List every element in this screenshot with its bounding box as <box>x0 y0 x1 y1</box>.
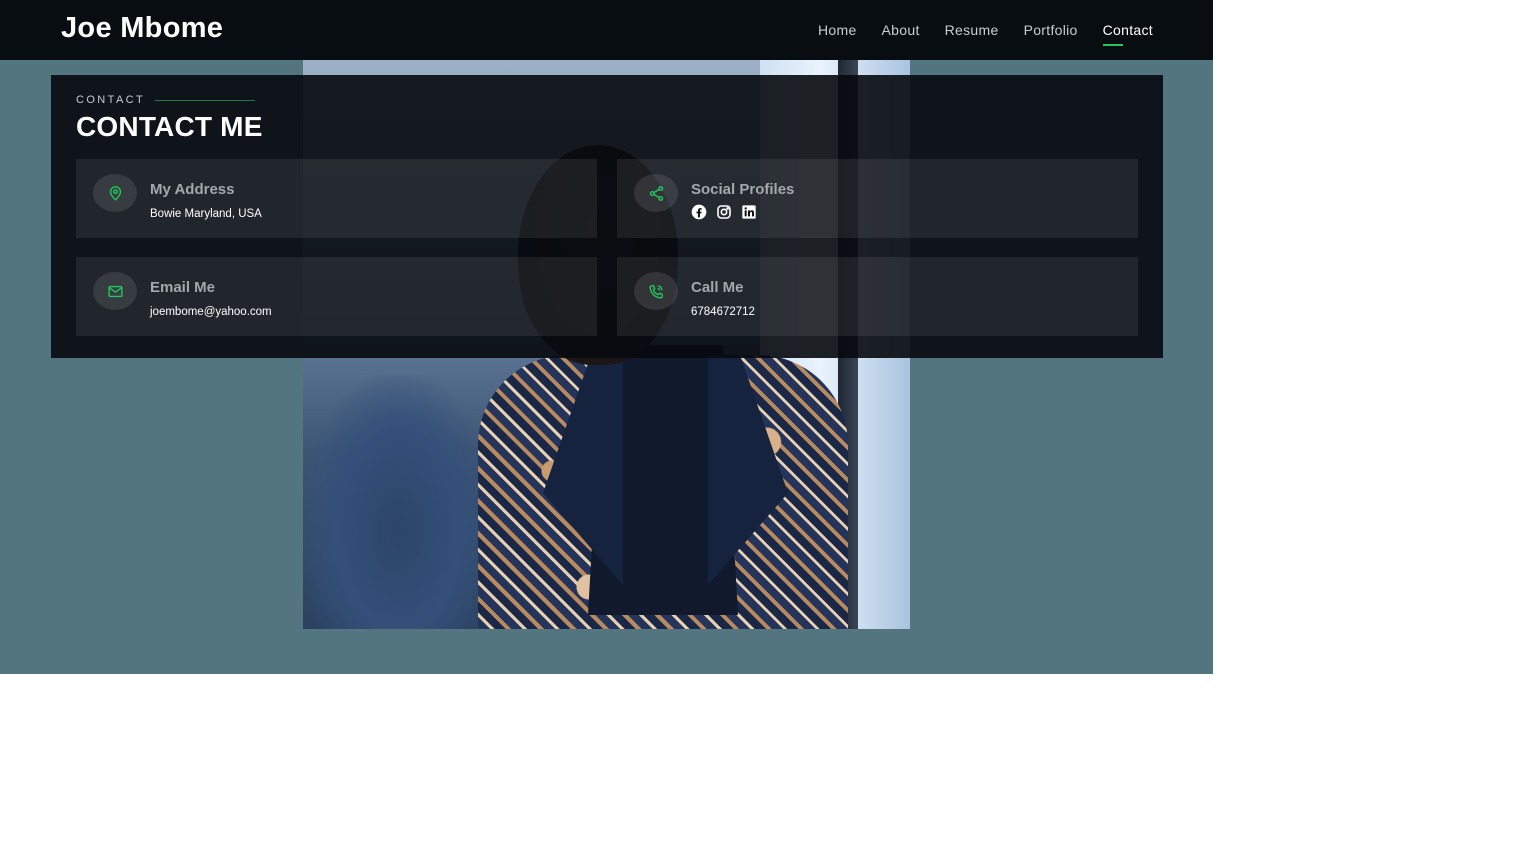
address-text: Bowie Maryland, USA <box>150 208 262 220</box>
phone-icon <box>634 272 678 310</box>
nav-contact[interactable]: Contact <box>1102 22 1153 46</box>
address-card-title: My Address <box>150 181 235 198</box>
nav-about[interactable]: About <box>882 22 920 38</box>
nav-portfolio[interactable]: Portfolio <box>1024 22 1078 38</box>
phone-link[interactable]: 6784672712 <box>691 306 755 318</box>
facebook-icon[interactable] <box>691 204 707 220</box>
linkedin-icon[interactable] <box>741 204 757 220</box>
kicker-divider <box>155 99 256 101</box>
email-card: Email Me joembome@yahoo.com <box>76 257 597 336</box>
address-card: My Address Bowie Maryland, USA <box>76 159 597 238</box>
section-title: CONTACT ME <box>76 111 263 142</box>
section-kicker-label: CONTACT <box>76 94 146 106</box>
mail-icon <box>93 272 137 310</box>
nav-resume[interactable]: Resume <box>945 22 999 38</box>
share-icon <box>634 174 678 212</box>
map-pin-icon <box>93 174 137 212</box>
social-card: Social Profiles <box>617 159 1138 238</box>
site-header: Joe Mbome Home About Resume Portfolio Co… <box>0 0 1213 60</box>
email-card-title: Email Me <box>150 279 216 296</box>
social-links <box>691 204 766 220</box>
nav-home[interactable]: Home <box>818 22 857 38</box>
phone-card: Call Me 6784672712 <box>617 257 1138 336</box>
contact-section: CONTACT CONTACT ME My Address Bowie Mary… <box>51 75 1163 358</box>
email-link[interactable]: joembome@yahoo.com <box>150 306 272 318</box>
instagram-icon[interactable] <box>716 204 732 220</box>
brand-logo[interactable]: Joe Mbome <box>61 12 223 45</box>
phone-card-title: Call Me <box>691 279 744 296</box>
page-viewport: Joe Mbome Home About Resume Portfolio Co… <box>0 0 1213 674</box>
social-card-title: Social Profiles <box>691 181 795 198</box>
main-nav: Home About Resume Portfolio Contact <box>793 0 1153 60</box>
section-kicker: CONTACT <box>76 94 256 106</box>
